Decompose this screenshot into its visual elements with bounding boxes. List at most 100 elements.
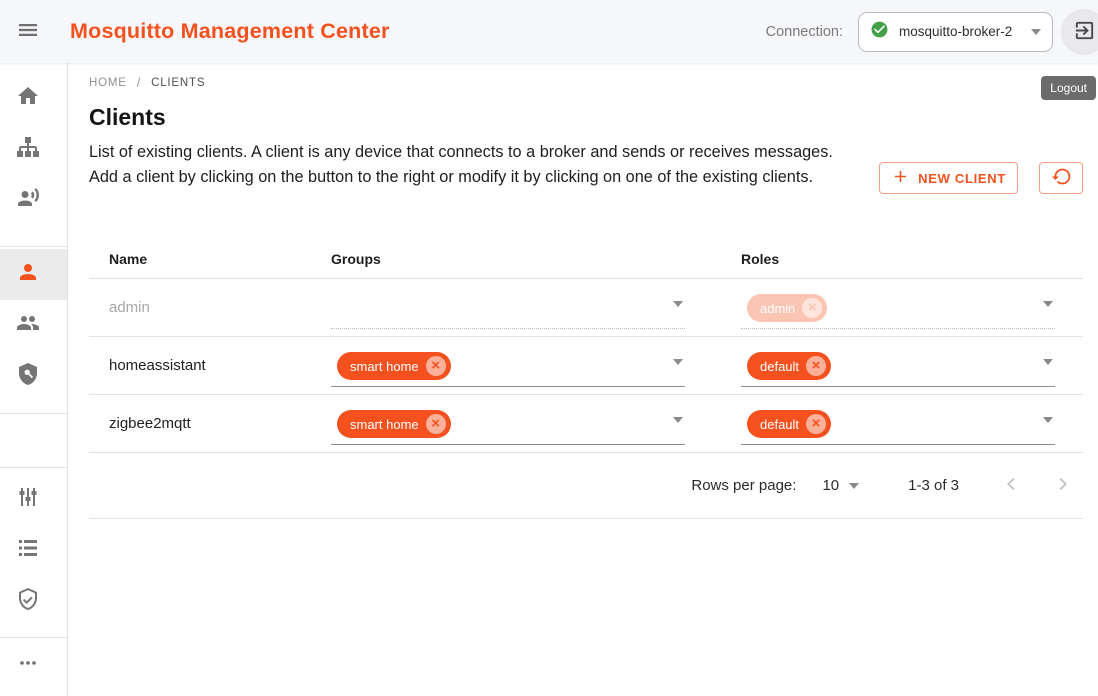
plugins-icon bbox=[16, 485, 40, 514]
table-row-zigbee2mqtt[interactable]: zigbee2mqtt smart home bbox=[89, 395, 1083, 453]
home-icon bbox=[16, 84, 40, 113]
chip-delete-icon[interactable] bbox=[802, 298, 822, 318]
table-pagination: Rows per page: 10 1-3 of 3 bbox=[89, 453, 1083, 519]
chevron-down-icon bbox=[673, 301, 683, 307]
chip-label: default bbox=[760, 359, 799, 374]
chip-list: default bbox=[747, 352, 831, 380]
sidebar-item-groups[interactable] bbox=[0, 300, 67, 351]
next-page-button[interactable] bbox=[1049, 472, 1077, 500]
connection-select[interactable]: mosquitto-broker-2 bbox=[858, 12, 1053, 52]
logout-icon bbox=[1073, 19, 1096, 45]
table-row-homeassistant[interactable]: homeassistant smart home bbox=[89, 337, 1083, 395]
role-chip[interactable]: default bbox=[747, 410, 831, 438]
groups-select[interactable]: smart home bbox=[331, 395, 685, 452]
column-header-name: Name bbox=[89, 251, 311, 267]
chevron-down-icon bbox=[1043, 301, 1053, 307]
chip-list: smart home bbox=[337, 410, 451, 438]
select-underline bbox=[741, 386, 1055, 387]
select-underline bbox=[741, 444, 1055, 445]
breadcrumb-separator: / bbox=[137, 75, 141, 90]
groups-select[interactable] bbox=[331, 279, 685, 336]
groups-select[interactable]: smart home bbox=[331, 337, 685, 394]
sidebar-divider bbox=[0, 637, 67, 638]
sidebar-divider bbox=[0, 246, 67, 247]
sidebar-item-clients[interactable] bbox=[0, 249, 67, 300]
appbar-right: Connection: mosquitto-broker-2 bbox=[766, 9, 1098, 55]
chevron-down-icon bbox=[1031, 29, 1041, 35]
menu-button[interactable] bbox=[6, 10, 50, 54]
pagination-range: 1-3 of 3 bbox=[908, 477, 959, 494]
sidebar bbox=[0, 63, 68, 696]
table-row-admin[interactable]: admin admin bbox=[89, 279, 1083, 337]
topic-tree-icon bbox=[16, 135, 40, 164]
chip-list: admin bbox=[747, 294, 827, 322]
sidebar-item-more[interactable] bbox=[0, 640, 67, 691]
sidebar-item-topic-tree[interactable] bbox=[0, 124, 67, 175]
rows-per-page-value: 10 bbox=[822, 477, 839, 494]
chip-label: smart home bbox=[350, 359, 419, 374]
connection-label: Connection: bbox=[766, 24, 843, 40]
sidebar-item-security[interactable] bbox=[0, 576, 67, 627]
sidebar-divider bbox=[0, 467, 67, 468]
group-chip[interactable]: smart home bbox=[337, 410, 451, 438]
groups-icon bbox=[16, 311, 40, 340]
client-name: zigbee2mqtt bbox=[89, 395, 311, 452]
client-connections-icon bbox=[16, 186, 40, 215]
chip-delete-icon[interactable] bbox=[426, 414, 446, 434]
chevron-down-icon bbox=[1043, 417, 1053, 423]
select-underline bbox=[331, 328, 685, 329]
roles-icon bbox=[16, 362, 40, 391]
chip-delete-icon[interactable] bbox=[806, 414, 826, 434]
streams-icon bbox=[16, 536, 40, 565]
sidebar-item-home[interactable] bbox=[0, 73, 67, 124]
chevron-right-icon bbox=[1051, 472, 1075, 499]
column-header-groups: Groups bbox=[311, 251, 721, 267]
chevron-down-icon bbox=[1043, 359, 1053, 365]
role-chip[interactable]: admin bbox=[747, 294, 827, 322]
group-chip[interactable]: smart home bbox=[337, 352, 451, 380]
connected-status-icon bbox=[870, 20, 889, 44]
client-name: homeassistant bbox=[89, 337, 311, 394]
sidebar-item-roles[interactable] bbox=[0, 351, 67, 402]
chip-label: admin bbox=[760, 301, 795, 316]
chevron-down-icon bbox=[673, 359, 683, 365]
sidebar-item-client-connections[interactable] bbox=[0, 175, 67, 226]
role-chip[interactable]: default bbox=[747, 352, 831, 380]
roles-select[interactable]: default bbox=[741, 395, 1055, 452]
connection-value: mosquitto-broker-2 bbox=[899, 24, 1031, 39]
select-underline bbox=[331, 386, 685, 387]
rows-per-page-label: Rows per page: bbox=[691, 477, 796, 494]
table-header-row: Name Groups Roles bbox=[89, 240, 1083, 279]
refresh-icon bbox=[1051, 166, 1072, 190]
breadcrumb-home[interactable]: HOME bbox=[89, 77, 127, 89]
chip-label: default bbox=[760, 417, 799, 432]
page-description: List of existing clients. A client is an… bbox=[89, 140, 837, 191]
rows-per-page-select[interactable]: 10 bbox=[822, 477, 859, 494]
new-client-button[interactable]: NEW CLIENT bbox=[879, 162, 1018, 194]
previous-page-button[interactable] bbox=[997, 472, 1025, 500]
select-underline bbox=[741, 328, 1055, 329]
more-icon bbox=[16, 651, 40, 680]
logout-tooltip: Logout bbox=[1041, 76, 1096, 100]
sidebar-item-plugins[interactable] bbox=[0, 474, 67, 525]
clients-icon bbox=[16, 260, 40, 289]
chip-delete-icon[interactable] bbox=[806, 356, 826, 376]
roles-select[interactable]: admin bbox=[741, 279, 1055, 336]
app-bar: Mosquitto Management Center Connection: … bbox=[0, 0, 1098, 63]
page-actions: NEW CLIENT bbox=[879, 162, 1083, 194]
chip-delete-icon[interactable] bbox=[426, 356, 446, 376]
breadcrumb-current: CLIENTS bbox=[151, 77, 205, 89]
app-title: Mosquitto Management Center bbox=[70, 19, 390, 44]
page-title: Clients bbox=[89, 104, 166, 131]
clients-table: Name Groups Roles admin bbox=[89, 240, 1083, 519]
breadcrumb: HOME / CLIENTS bbox=[89, 75, 205, 90]
new-client-label: NEW CLIENT bbox=[918, 171, 1006, 186]
select-underline bbox=[331, 444, 685, 445]
logout-button[interactable] bbox=[1061, 9, 1098, 55]
chevron-left-icon bbox=[999, 472, 1023, 499]
chip-label: smart home bbox=[350, 417, 419, 432]
sidebar-item-streams[interactable] bbox=[0, 525, 67, 576]
refresh-button[interactable] bbox=[1039, 162, 1083, 194]
column-header-roles: Roles bbox=[721, 251, 1083, 267]
roles-select[interactable]: default bbox=[741, 337, 1055, 394]
